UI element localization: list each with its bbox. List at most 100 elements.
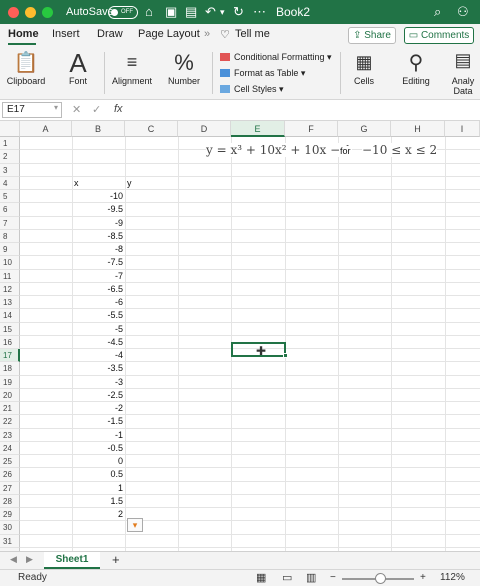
cell-x-value[interactable]: -8 bbox=[72, 243, 125, 256]
cell-x-value[interactable]: 1.5 bbox=[72, 495, 125, 508]
format-as-table-button[interactable]: Format as Table ▾ bbox=[220, 68, 305, 79]
row-header[interactable]: 17 bbox=[0, 349, 20, 363]
row-header[interactable]: 2 bbox=[0, 150, 20, 164]
cell-x-value[interactable]: -1 bbox=[72, 429, 125, 442]
tab-insert[interactable]: Insert bbox=[52, 28, 80, 40]
row-header[interactable]: 14 bbox=[0, 309, 20, 323]
tell-me[interactable]: Tell me bbox=[235, 28, 270, 40]
cell-c4-header-y[interactable]: y bbox=[127, 177, 132, 190]
row-header[interactable]: 23 bbox=[0, 428, 20, 442]
column-header-f[interactable]: F bbox=[285, 121, 338, 137]
row-header[interactable]: 10 bbox=[0, 256, 20, 270]
search-icon[interactable]: ⌕ bbox=[434, 3, 441, 21]
column-header-i[interactable]: I bbox=[445, 121, 480, 137]
condition-image[interactable]: −10 ≤ x ≤ 2 bbox=[362, 143, 438, 157]
row-header[interactable]: 21 bbox=[0, 402, 20, 416]
cell-x-value[interactable]: 0 bbox=[72, 455, 125, 468]
row-header[interactable]: 29 bbox=[0, 508, 20, 522]
more-tabs-icon[interactable]: » bbox=[204, 28, 210, 40]
cell-x-value[interactable]: 2 bbox=[72, 508, 125, 521]
column-header-g[interactable]: G bbox=[338, 121, 391, 137]
row-header[interactable]: 27 bbox=[0, 481, 20, 495]
column-header-a[interactable]: A bbox=[20, 121, 72, 137]
row-header[interactable]: 1 bbox=[0, 137, 20, 151]
analyze-data-group[interactable]: ▤ Analy Data bbox=[446, 46, 480, 100]
zoom-in-button[interactable]: + bbox=[420, 572, 426, 583]
undo-icon[interactable]: ↶ bbox=[205, 3, 216, 21]
cell-x-value[interactable]: -2.5 bbox=[72, 389, 125, 402]
share-button[interactable]: ⇪ Share bbox=[348, 27, 396, 44]
conditional-formatting-button[interactable]: Conditional Formatting ▾ bbox=[220, 52, 332, 63]
cell-x-value[interactable]: 0.5 bbox=[72, 468, 125, 481]
row-header[interactable]: 18 bbox=[0, 362, 20, 376]
row-header[interactable]: 26 bbox=[0, 468, 20, 482]
cell-x-value[interactable]: -5 bbox=[72, 323, 125, 336]
name-box-dropdown-icon[interactable]: ▾ bbox=[54, 103, 58, 112]
row-header[interactable]: 22 bbox=[0, 415, 20, 429]
column-header-h[interactable]: H bbox=[391, 121, 445, 137]
account-icon[interactable]: ⚇ bbox=[457, 3, 469, 21]
row-header[interactable]: 31 bbox=[0, 534, 20, 548]
cells-group[interactable]: ▦ Cells bbox=[344, 46, 384, 100]
zoom-window-button[interactable] bbox=[42, 7, 53, 18]
cancel-icon[interactable]: ✕ bbox=[72, 103, 81, 116]
cell-x-value[interactable]: -8.5 bbox=[72, 230, 125, 243]
cell-x-value[interactable]: -3.5 bbox=[72, 362, 125, 375]
row-header[interactable]: 4 bbox=[0, 176, 20, 190]
row-header[interactable]: 24 bbox=[0, 441, 20, 455]
cell-x-value[interactable]: -9 bbox=[72, 217, 125, 230]
page-break-view-icon[interactable]: ▥ bbox=[306, 571, 316, 584]
row-header[interactable]: 8 bbox=[0, 229, 20, 243]
row-header[interactable]: 30 bbox=[0, 521, 20, 535]
cell-styles-button[interactable]: Cell Styles ▾ bbox=[220, 84, 284, 95]
row-header[interactable]: 28 bbox=[0, 494, 20, 508]
zoom-slider-knob[interactable] bbox=[375, 573, 386, 584]
row-header[interactable]: 9 bbox=[0, 243, 20, 257]
row-header[interactable]: 13 bbox=[0, 296, 20, 310]
cell-x-value[interactable]: -3 bbox=[72, 376, 125, 389]
add-sheet-button[interactable]: + bbox=[112, 552, 120, 567]
cell-x-value[interactable]: -4 bbox=[72, 349, 125, 362]
zoom-level[interactable]: 112% bbox=[440, 572, 465, 583]
close-window-button[interactable] bbox=[8, 7, 19, 18]
row-header[interactable]: 20 bbox=[0, 388, 20, 402]
cell-x-value[interactable]: -0.5 bbox=[72, 442, 125, 455]
clipboard-group[interactable]: 📋 Clipboard bbox=[4, 46, 48, 100]
font-group[interactable]: A Font bbox=[58, 46, 98, 100]
cell-x-value[interactable]: -9.5 bbox=[72, 203, 125, 216]
fill-handle[interactable] bbox=[283, 353, 288, 358]
scroll-left-icon[interactable]: ◀ bbox=[10, 554, 17, 565]
paste-options-icon[interactable]: ▾ bbox=[127, 518, 143, 532]
cell-x-value[interactable]: -5.5 bbox=[72, 309, 125, 322]
home-icon[interactable]: ⌂ bbox=[145, 3, 153, 21]
row-header[interactable]: 15 bbox=[0, 322, 20, 336]
cell-x-value[interactable]: -7 bbox=[72, 270, 125, 283]
scroll-right-icon[interactable]: ▶ bbox=[26, 554, 33, 565]
row-header[interactable]: 16 bbox=[0, 335, 20, 349]
save-as-icon[interactable]: ▤ bbox=[185, 3, 197, 21]
save-icon[interactable]: ▣ bbox=[165, 3, 177, 21]
editing-group[interactable]: ⚲ Editing bbox=[394, 46, 438, 100]
tab-draw[interactable]: Draw bbox=[97, 28, 123, 40]
column-header-c[interactable]: C bbox=[125, 121, 178, 137]
cell-x-value[interactable]: -7.5 bbox=[72, 256, 125, 269]
equation-image[interactable]: y = x³ + 10x² + 10x − 1 bbox=[206, 143, 352, 157]
page-layout-view-icon[interactable]: ▭ bbox=[282, 571, 292, 584]
cell-x-value[interactable]: 1 bbox=[72, 482, 125, 495]
name-box[interactable]: E17 bbox=[2, 102, 62, 118]
zoom-out-button[interactable]: − bbox=[330, 572, 336, 583]
select-all-corner[interactable] bbox=[0, 121, 20, 137]
sheet-tab-sheet1[interactable]: Sheet1 bbox=[44, 552, 100, 569]
redo-icon[interactable]: ↻ bbox=[233, 3, 244, 21]
cell-x-value[interactable]: -1.5 bbox=[72, 415, 125, 428]
row-header[interactable]: 11 bbox=[0, 269, 20, 283]
row-header[interactable]: 7 bbox=[0, 216, 20, 230]
enter-icon[interactable]: ✓ bbox=[92, 103, 101, 116]
minimize-window-button[interactable] bbox=[25, 7, 36, 18]
row-header[interactable]: 6 bbox=[0, 203, 20, 217]
cell-x-value[interactable]: -6.5 bbox=[72, 283, 125, 296]
worksheet-grid[interactable]: A B C D E F G H I 1 2 3 4 5 6 7 8 9 10 11 12 13 14 15 1… bbox=[0, 121, 480, 551]
row-header[interactable]: 19 bbox=[0, 375, 20, 389]
normal-view-icon[interactable]: ▦ bbox=[256, 571, 266, 584]
cell-x-value[interactable]: -2 bbox=[72, 402, 125, 415]
